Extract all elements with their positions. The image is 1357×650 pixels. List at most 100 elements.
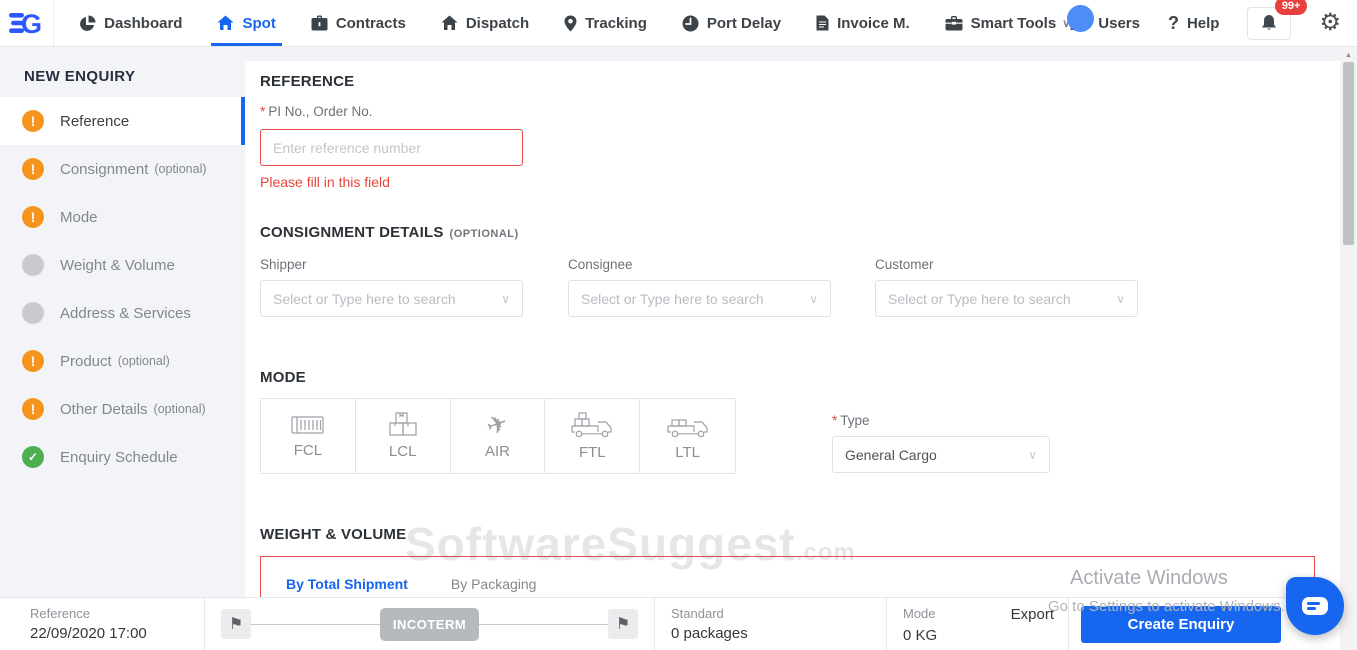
step-label: Product xyxy=(60,352,112,370)
location-pin-icon xyxy=(564,15,577,31)
scroll-up-arrow[interactable]: ▲ xyxy=(1340,52,1357,59)
nav-label: Spot xyxy=(242,14,276,32)
step-label: Consignment xyxy=(60,160,149,178)
tab-by-total-shipment[interactable]: By Total Shipment xyxy=(286,576,408,592)
nav-item-tracking[interactable]: Tracking xyxy=(564,0,647,46)
nav-items: Dashboard Spot Contracts Dispatch Tracki… xyxy=(79,0,1095,46)
flag-glyph: ⚑ xyxy=(228,616,244,633)
partial-truck-icon xyxy=(666,418,708,437)
question-mark-icon: ? xyxy=(1167,12,1179,33)
container-icon xyxy=(291,416,324,434)
mode-label: LCL xyxy=(388,443,417,460)
sidebar-step-product[interactable]: ! Product (optional) xyxy=(0,337,245,385)
reference-section-title: REFERENCE xyxy=(260,73,355,90)
nav-label: Help xyxy=(1186,14,1220,32)
consignment-section-title: CONSIGNMENT DETAILS (OPTIONAL) xyxy=(260,224,519,241)
step-label: Enquiry Schedule xyxy=(60,448,178,466)
footer-reference-section: Reference 22/09/2020 17:00 xyxy=(0,598,205,650)
footer-packages-value: 0 packages xyxy=(671,625,748,642)
consignee-select[interactable]: Select or Type here to search ∨ xyxy=(568,280,831,317)
sidebar-step-enquiry-schedule[interactable]: ✓ Enquiry Schedule xyxy=(0,433,245,481)
nav-item-spot[interactable]: Spot xyxy=(211,0,283,46)
settings-gear-icon[interactable]: ⚙ xyxy=(1319,11,1341,35)
sidebar-step-other-details[interactable]: ! Other Details (optional) xyxy=(0,385,245,433)
footer-packages-section: Standard 0 packages xyxy=(655,598,887,650)
top-navbar: G Dashboard Spot Contracts Dispatch Trac… xyxy=(0,0,1357,47)
chevron-down-icon: ∨ xyxy=(809,291,818,306)
sidebar-step-weight-volume[interactable]: Weight & Volume xyxy=(0,241,245,289)
flag-glyph: ⚑ xyxy=(615,616,631,633)
mode-option-air[interactable]: ✈ AIR xyxy=(450,399,546,473)
document-icon xyxy=(816,15,829,31)
app-logo[interactable]: G xyxy=(0,0,55,46)
field-label-text: Type xyxy=(840,413,870,428)
chat-bubble-icon xyxy=(1302,597,1328,615)
sidebar-step-reference[interactable]: ! Reference xyxy=(0,97,245,145)
mode-label: AIR xyxy=(484,442,510,460)
chat-widget-button[interactable] xyxy=(1286,577,1344,635)
nav-label: Port Delay xyxy=(706,14,782,32)
notification-count-badge: 99+ xyxy=(1274,0,1308,15)
bell-icon xyxy=(1262,15,1277,30)
nav-item-port-delay[interactable]: Port Delay xyxy=(682,0,781,46)
sidebar-step-list: ! Reference ! Consignment (optional) ! M… xyxy=(0,97,245,481)
sidebar-step-consignment[interactable]: ! Consignment (optional) xyxy=(0,145,245,193)
mode-option-ftl[interactable]: FTL xyxy=(545,399,641,473)
select-placeholder: Select or Type here to search xyxy=(581,290,764,307)
mode-section-title: MODE xyxy=(260,369,306,386)
field-label-text: PI No., Order No. xyxy=(268,104,373,119)
required-asterisk: * xyxy=(260,104,266,119)
weight-volume-tabs: By Total Shipment By Packaging xyxy=(261,557,1314,592)
enquiry-form-main: REFERENCE *PI No., Order No. Please fill… xyxy=(245,47,1357,597)
notifications-button[interactable]: 99+ xyxy=(1247,0,1308,40)
mode-options-row: FCL LCL ✈ AIR FTL LTL xyxy=(260,398,736,474)
shipper-label: Shipper xyxy=(260,257,307,272)
nav-item-smart-tools[interactable]: Smart Tools ∨ xyxy=(945,0,1095,46)
customer-select[interactable]: Select or Type here to search ∨ xyxy=(875,280,1138,317)
mode-option-fcl[interactable]: FCL xyxy=(261,399,356,473)
mode-label: LTL xyxy=(675,443,700,461)
pie-chart-icon xyxy=(80,15,96,31)
nav-item-dashboard[interactable]: Dashboard xyxy=(79,0,182,46)
summary-footer-bar: Reference 22/09/2020 17:00 ⚑ INCOTERM ⚑ … xyxy=(0,597,1340,650)
sidebar-step-mode[interactable]: ! Mode xyxy=(0,193,245,241)
select-value: General Cargo xyxy=(845,446,937,463)
nav-item-contracts[interactable]: Contracts xyxy=(311,0,406,46)
vertical-scrollbar: ▲ xyxy=(1340,47,1357,650)
logo-icon: G xyxy=(8,9,42,37)
nav-item-dispatch[interactable]: Dispatch xyxy=(441,0,529,46)
mode-option-ltl[interactable]: LTL xyxy=(640,399,735,473)
type-field-label: * Type xyxy=(832,413,870,428)
tab-by-packaging[interactable]: By Packaging xyxy=(451,576,537,592)
page-background-strip xyxy=(245,47,1357,61)
step-label: Mode xyxy=(60,208,98,226)
nav-label: Contracts xyxy=(335,14,406,32)
incoterm-badge: INCOTERM xyxy=(379,607,480,641)
shipper-select[interactable]: Select or Type here to search ∨ xyxy=(260,280,523,317)
full-truck-icon xyxy=(571,411,612,437)
create-enquiry-button[interactable]: Create Enquiry xyxy=(1081,605,1281,643)
reference-number-input[interactable] xyxy=(260,129,523,166)
cargo-boxes-icon xyxy=(389,412,417,436)
cargo-type-select[interactable]: General Cargo ∨ xyxy=(832,436,1050,473)
step-optional-suffix: (optional) xyxy=(154,162,207,176)
scrollbar-thumb[interactable] xyxy=(1343,62,1354,245)
reference-field-label: * PI No., Order No. xyxy=(260,104,373,119)
mode-option-lcl[interactable]: LCL xyxy=(355,399,451,473)
toolbox-icon xyxy=(945,16,963,31)
clock-icon xyxy=(682,15,699,31)
reference-error-message: Please fill in this field xyxy=(260,174,390,190)
pending-status-icon xyxy=(22,254,44,276)
nav-item-help[interactable]: ? Help xyxy=(1168,13,1220,34)
footer-incoterm-section: ⚑ INCOTERM ⚑ xyxy=(205,598,655,650)
step-optional-suffix: (optional) xyxy=(117,354,170,368)
nav-item-invoice[interactable]: Invoice M. xyxy=(816,0,910,46)
warning-status-icon: ! xyxy=(22,350,44,372)
warning-status-icon: ! xyxy=(22,158,44,180)
home-icon xyxy=(217,15,234,30)
step-label: Other Details xyxy=(60,400,148,418)
footer-standard-label: Standard xyxy=(671,606,724,621)
sidebar-step-address-services[interactable]: Address & Services xyxy=(0,289,245,337)
enquiry-steps-sidebar: NEW ENQUIRY ! Reference ! Consignment (o… xyxy=(0,47,245,597)
nav-label: Dispatch xyxy=(465,14,530,32)
